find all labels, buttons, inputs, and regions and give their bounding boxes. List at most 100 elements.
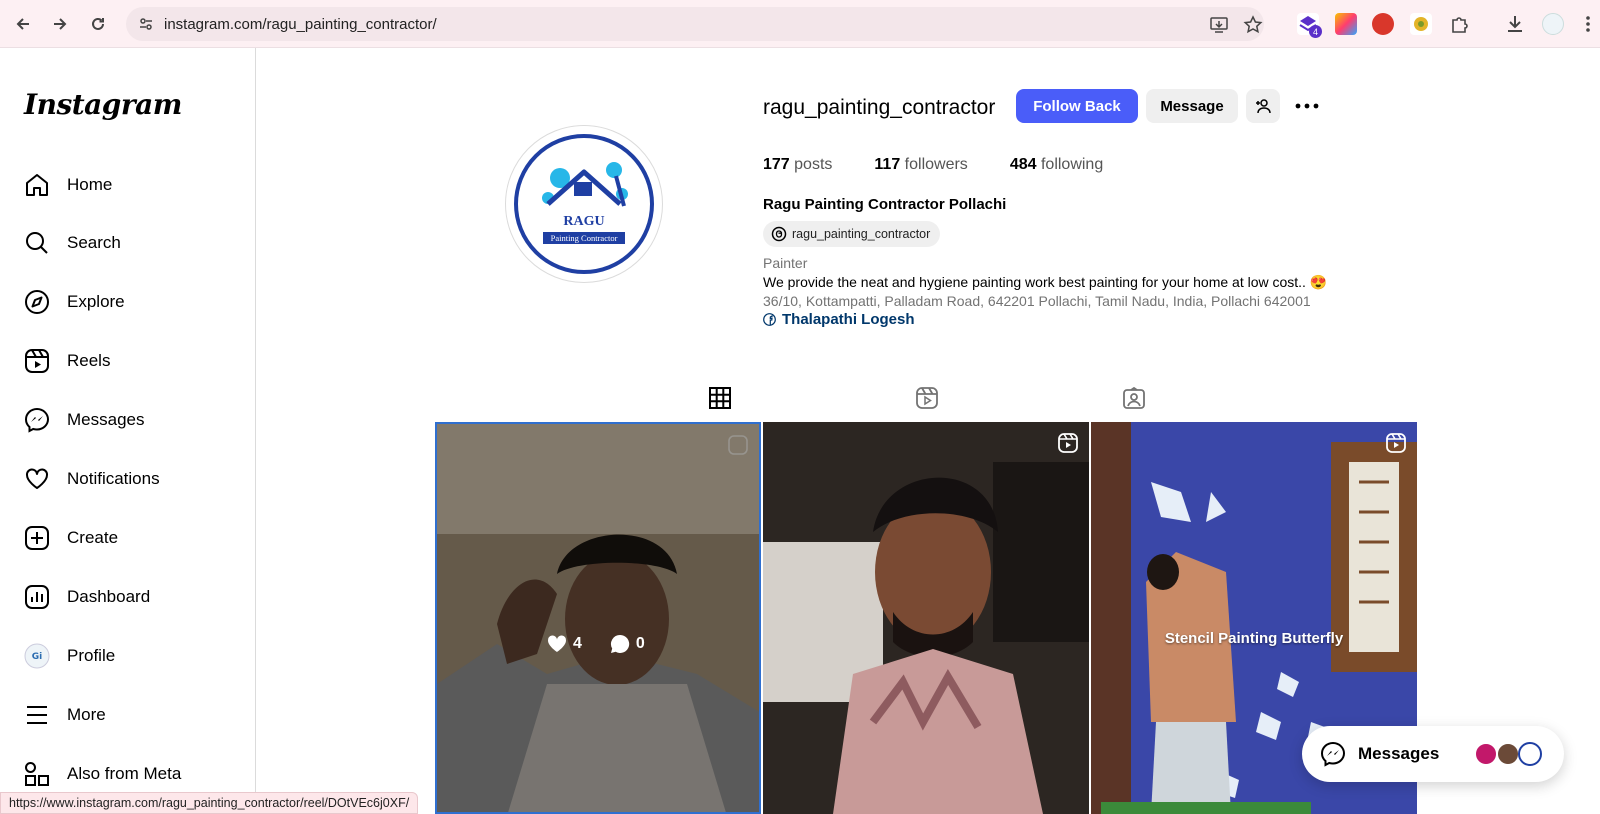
address-bar[interactable]: instagram.com/ragu_painting_contractor/	[126, 7, 1264, 41]
comments-count: 0	[635, 635, 645, 652]
post-caption-overlay: Stencil Painting Butterfly	[1164, 630, 1344, 647]
sidebar-item-notifications[interactable]: Notifications	[24, 459, 244, 499]
grid-icon[interactable]	[708, 386, 732, 410]
posts-label: posts	[794, 156, 833, 173]
sidebar-item-explore[interactable]: Explore	[24, 282, 244, 322]
facebook-link-label: Thalapathi Logesh	[782, 311, 915, 328]
likes-count: 4	[573, 635, 582, 652]
profile-address[interactable]: 36/10, Kottampatti, Palladam Road, 64220…	[763, 293, 1311, 309]
forward-icon[interactable]	[48, 12, 72, 36]
conversation-avatar	[1518, 742, 1542, 766]
following-stat[interactable]: 484 following	[1010, 156, 1103, 174]
sidebar-item-more[interactable]: More	[24, 695, 244, 735]
facebook-icon	[763, 313, 776, 326]
plus-square-icon	[24, 525, 50, 551]
more-dots-icon	[1295, 103, 1319, 109]
instagram-logo[interactable]: Instagram	[24, 88, 182, 121]
sidebar-item-create[interactable]: Create	[24, 518, 244, 558]
home-icon	[24, 172, 50, 198]
post-tile[interactable]: 4 0	[435, 422, 761, 814]
sidebar-item-label: Search	[67, 233, 121, 252]
post-hover-stats: 4 0	[547, 634, 673, 654]
post-hover-overlay	[437, 424, 759, 812]
add-person-icon	[1256, 99, 1271, 114]
extension-color-icon[interactable]	[1335, 13, 1357, 35]
sidebar-item-label: Dashboard	[67, 587, 151, 606]
post-thumbnail	[763, 422, 1089, 814]
conversation-avatar	[1496, 742, 1520, 766]
reload-icon[interactable]	[86, 12, 110, 36]
site-info-icon[interactable]	[138, 16, 154, 32]
sidebar-item-also-from-meta[interactable]: Also from Meta	[24, 754, 244, 794]
follow-back-button[interactable]: Follow Back	[1016, 89, 1138, 123]
comment-icon	[610, 634, 630, 653]
download-icon[interactable]	[1504, 13, 1526, 35]
sidebar: Instagram Home Search Explore Reels Mess…	[0, 48, 256, 814]
install-app-icon[interactable]	[1209, 15, 1229, 35]
sidebar-item-reels[interactable]: Reels	[24, 341, 244, 381]
meta-apps-icon	[24, 761, 50, 787]
sidebar-item-home[interactable]: Home	[24, 165, 244, 205]
sidebar-item-label: Create	[67, 528, 119, 547]
messenger-icon	[1320, 741, 1346, 767]
avatar-brand-text: RAGU	[563, 214, 605, 229]
profile-bio: We provide the neat and hygiene painting…	[763, 274, 1328, 290]
browser-menu-icon[interactable]	[1582, 13, 1594, 35]
messages-floating-button[interactable]: Messages	[1302, 726, 1564, 782]
search-icon	[24, 230, 50, 256]
bookmark-star-icon[interactable]	[1243, 15, 1263, 35]
following-label: following	[1040, 156, 1104, 173]
posts-stat: 177 posts	[763, 156, 832, 174]
threads-handle: ragu_painting_contractor	[792, 227, 931, 241]
extension-gear-icon[interactable]	[1410, 13, 1432, 35]
sidebar-item-dashboard[interactable]: Dashboard	[24, 577, 244, 617]
status-bar-url: https://www.instagram.com/ragu_painting_…	[0, 792, 419, 814]
browser-profile-icon[interactable]	[1542, 13, 1564, 35]
threads-icon	[771, 226, 787, 242]
profile-category: Painter	[763, 255, 808, 271]
suggest-users-button[interactable]	[1246, 89, 1280, 123]
conversation-avatar	[1474, 742, 1498, 766]
profile-stats: 177 posts 117 followers 484 following	[763, 156, 1145, 174]
sidebar-item-label: Notifications	[67, 469, 160, 488]
followers-label: followers	[904, 156, 968, 173]
heart-icon	[547, 635, 567, 652]
facebook-link[interactable]: Thalapathi Logesh	[763, 311, 915, 328]
avatar-logo: RAGU Painting Contractor	[514, 134, 654, 274]
sidebar-item-profile[interactable]: Gi Profile	[24, 636, 244, 676]
url-text[interactable]: instagram.com/ragu_painting_contractor/	[164, 16, 437, 33]
profile-full-name: Ragu Painting Contractor Pollachi	[763, 196, 1007, 213]
message-button[interactable]: Message	[1146, 89, 1238, 123]
extension-icon[interactable]: 4	[1297, 13, 1322, 38]
sidebar-item-search[interactable]: Search	[24, 223, 244, 263]
posts-grid: 4 0 Stencil Painting Butterfly	[435, 422, 1417, 814]
extension-s-icon[interactable]	[1372, 13, 1394, 35]
sidebar-item-label: Also from Meta	[67, 764, 182, 783]
profile-avatar-icon: Gi	[24, 643, 50, 669]
bar-chart-icon	[24, 584, 50, 610]
extensions-puzzle-icon[interactable]	[1448, 13, 1470, 35]
followers-stat[interactable]: 117 followers	[874, 156, 967, 174]
sidebar-item-label: Profile	[67, 646, 116, 665]
hamburger-icon	[24, 702, 50, 728]
options-button[interactable]	[1290, 89, 1324, 123]
tagged-icon[interactable]	[1122, 386, 1146, 410]
reels-icon[interactable]	[915, 386, 939, 410]
messages-widget-label: Messages	[1358, 744, 1440, 763]
sidebar-item-messages[interactable]: Messages	[24, 400, 244, 440]
avatar-brand-subtext: Painting Contractor	[543, 232, 625, 244]
sidebar-item-label: Home	[67, 175, 113, 194]
profile-avatar[interactable]: RAGU Painting Contractor	[505, 125, 663, 283]
reel-badge-icon	[1386, 433, 1406, 453]
followers-count: 117	[874, 156, 901, 173]
back-icon[interactable]	[11, 12, 35, 36]
profile-username: ragu_painting_contractor	[763, 96, 996, 119]
reel-badge-icon	[1058, 433, 1078, 453]
threads-badge[interactable]: ragu_painting_contractor	[763, 221, 941, 247]
svg-text:Gi: Gi	[32, 652, 42, 662]
sidebar-item-label: Explore	[67, 292, 125, 311]
post-tile[interactable]	[763, 422, 1089, 814]
compass-icon	[24, 289, 50, 315]
messenger-icon	[24, 407, 50, 433]
sidebar-item-label: Reels	[67, 351, 111, 370]
